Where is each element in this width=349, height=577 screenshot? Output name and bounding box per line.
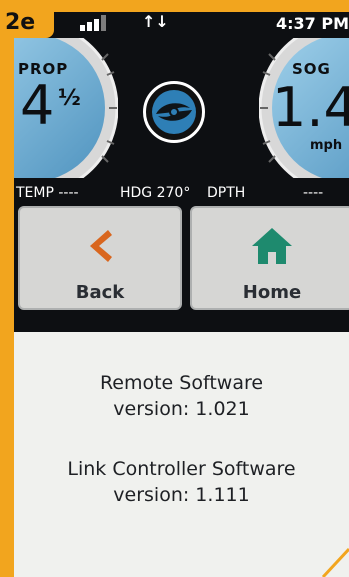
- status-bar: ↑↓ 4:37 PM: [14, 12, 349, 34]
- page-tag: 2e: [5, 10, 36, 35]
- remote-software-title: Remote Software: [99, 372, 264, 394]
- software-info-panel: Remote Software version: 1.021 Link Cont…: [14, 332, 349, 577]
- home-button-label: Home: [242, 282, 302, 303]
- gauge-area: PROP 4 ½ SOG 1.4 mph: [14, 34, 349, 182]
- propeller-button[interactable]: [143, 81, 205, 143]
- prop-fraction: ½: [58, 86, 81, 111]
- device-screen: ↑↓ 4:37 PM PROP 4 ½ SOG 1.4 mph TEMP ---…: [14, 12, 349, 577]
- home-icon: [252, 228, 292, 264]
- propeller-icon: [152, 90, 196, 134]
- back-button-label: Back: [75, 282, 125, 303]
- depth-value: ----: [303, 185, 324, 201]
- heading-readout: HDG 270°: [120, 185, 191, 201]
- signal-strength-icon: [80, 15, 116, 31]
- link-controller-version: version: 1.111: [113, 484, 250, 506]
- sog-unit: mph: [310, 138, 343, 153]
- chevron-left-icon: [90, 230, 112, 262]
- depth-label: DPTH: [207, 185, 246, 201]
- sog-value: 1.4: [272, 76, 349, 139]
- temp-readout: TEMP ----: [16, 185, 79, 201]
- nav-button-row: Back Home: [14, 204, 349, 322]
- back-button[interactable]: Back: [18, 206, 182, 310]
- data-transfer-icon: ↑↓: [142, 12, 169, 31]
- corner-marker: [321, 547, 349, 577]
- home-button[interactable]: Home: [190, 206, 349, 310]
- link-controller-title: Link Controller Software: [67, 458, 296, 480]
- info-strip: TEMP ---- HDG 270° DPTH ----: [14, 182, 349, 204]
- page-tag-badge: 2e: [0, 0, 54, 38]
- remote-software-version: version: 1.021: [113, 398, 250, 420]
- status-time: 4:37 PM: [275, 14, 349, 33]
- prop-value: 4: [20, 74, 55, 137]
